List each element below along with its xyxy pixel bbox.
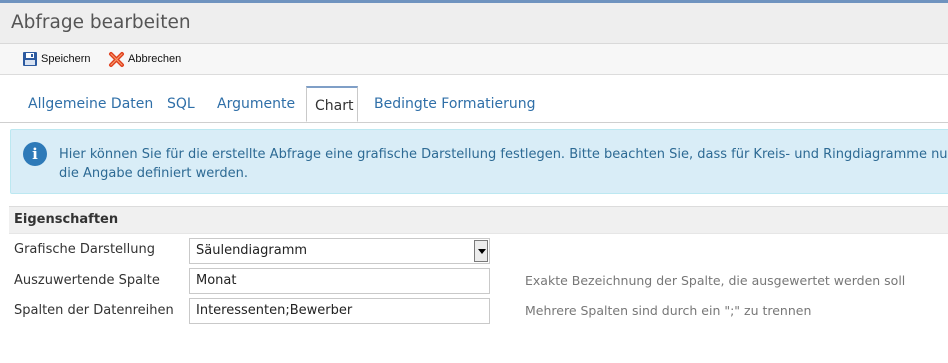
section-title: Eigenschaften	[14, 212, 119, 227]
info-circle-icon: i	[23, 142, 47, 166]
red-x-icon	[109, 51, 124, 67]
floppy-disk-icon	[23, 52, 37, 66]
tab-bedingte-formatierung[interactable]: Bedingte Formatierung	[374, 87, 536, 121]
toolbar: Speichern Abbrechen	[0, 44, 948, 75]
chart-type-label: Grafische Darstellung	[14, 242, 156, 257]
tab-allgemeine-daten[interactable]: Allgemeine Daten	[28, 87, 153, 121]
column-input[interactable]: Monat	[189, 268, 490, 294]
cancel-button[interactable]: Abbrechen	[108, 50, 181, 68]
save-button[interactable]: Speichern	[22, 50, 91, 68]
tab-chart[interactable]: Chart	[306, 86, 358, 122]
info-text: Hier können Sie für die erstellte Abfrag…	[59, 147, 948, 181]
info-alert: i Hier können Sie für die erstellte Abfr…	[10, 129, 948, 194]
column-hint: Exakte Bezeichnung der Spalte, die ausge…	[525, 273, 906, 288]
page-title: Abfrage bearbeiten	[11, 12, 191, 33]
column-label: Auszuwertende Spalte	[14, 273, 160, 288]
chart-type-value: Säulendiagramm	[196, 243, 308, 258]
series-label: Spalten der Datenreihen	[14, 303, 174, 318]
section-header: Eigenschaften	[9, 206, 948, 234]
chevron-down-icon[interactable]	[474, 240, 488, 262]
tab-bar: Allgemeine Daten SQL Argumente Chart Bed…	[0, 75, 948, 123]
save-button-label: Speichern	[41, 53, 91, 65]
page-header: Abfrage bearbeiten	[0, 3, 948, 44]
cancel-button-label: Abbrechen	[128, 53, 182, 65]
tab-sql[interactable]: SQL	[167, 87, 195, 121]
series-input[interactable]: Interessenten;Bewerber	[189, 298, 490, 324]
chart-type-select[interactable]: Säulendiagramm	[189, 238, 490, 264]
tab-argumente[interactable]: Argumente	[217, 87, 295, 121]
series-hint: Mehrere Spalten sind durch ein ";" zu tr…	[525, 303, 812, 318]
